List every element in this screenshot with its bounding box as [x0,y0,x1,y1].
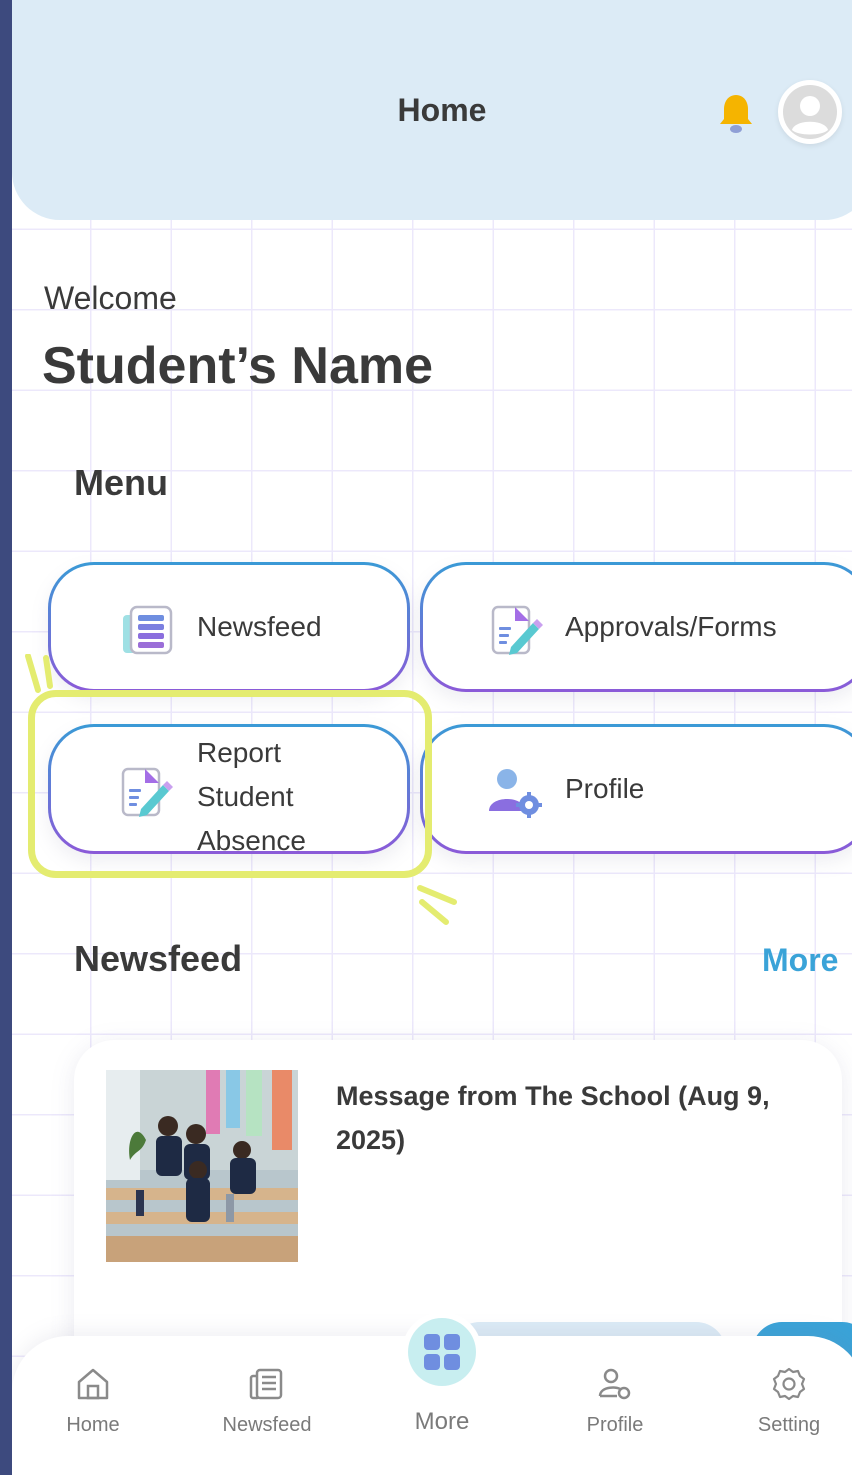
tab-profile[interactable]: Profile [540,1366,690,1437]
notification-bell-icon[interactable] [718,92,754,134]
tab-label: More [414,1408,470,1435]
header-bar: Home [12,0,852,220]
gear-icon [772,1367,806,1401]
student-name: Student’s Name [42,337,434,395]
profile-settings-icon [598,1368,631,1400]
sparkle-icon [25,654,53,693]
tab-label: Profile [586,1414,644,1436]
welcome-text: Welcome [44,280,177,316]
newsfeed-section-title: Newsfeed [74,938,243,979]
app-screen: Home Welcome Student’s Name Menu Newsfee… [12,0,852,1475]
highlight-frame [28,690,432,878]
menu-item-label: Approvals/Forms [565,611,777,642]
tab-label: Newsfeed [222,1414,312,1436]
profile-settings-icon [489,769,542,818]
grid-icon [424,1334,460,1370]
avatar[interactable] [778,80,842,144]
students-photo [106,1070,298,1262]
menu-item-approvals-forms[interactable]: Approvals/Forms [420,562,852,692]
newsfeed-icon [249,1368,283,1400]
news-title: Message from The School (Aug 9, 2025) [336,1081,770,1155]
menu-section-title: Menu [74,462,168,503]
tab-label: Home [66,1414,120,1436]
user-avatar-icon [783,85,837,139]
menu-item-newsfeed[interactable]: Newsfeed [48,562,410,692]
tab-home[interactable]: Home [18,1366,168,1437]
form-edit-icon [491,605,543,655]
tab-more[interactable] [408,1318,476,1386]
newsfeed-icon [123,605,173,655]
menu-item-label: Newsfeed [197,611,322,642]
tab-label: Setting [757,1414,821,1436]
newsfeed-more-link[interactable]: More [762,942,838,979]
menu-item-profile[interactable]: Profile [420,724,852,854]
tab-setting[interactable]: Setting [714,1366,852,1437]
sparkle-icon [417,885,457,925]
menu-item-label: Profile [565,773,645,804]
home-icon [77,1368,109,1400]
tab-newsfeed[interactable]: Newsfeed [192,1366,342,1437]
